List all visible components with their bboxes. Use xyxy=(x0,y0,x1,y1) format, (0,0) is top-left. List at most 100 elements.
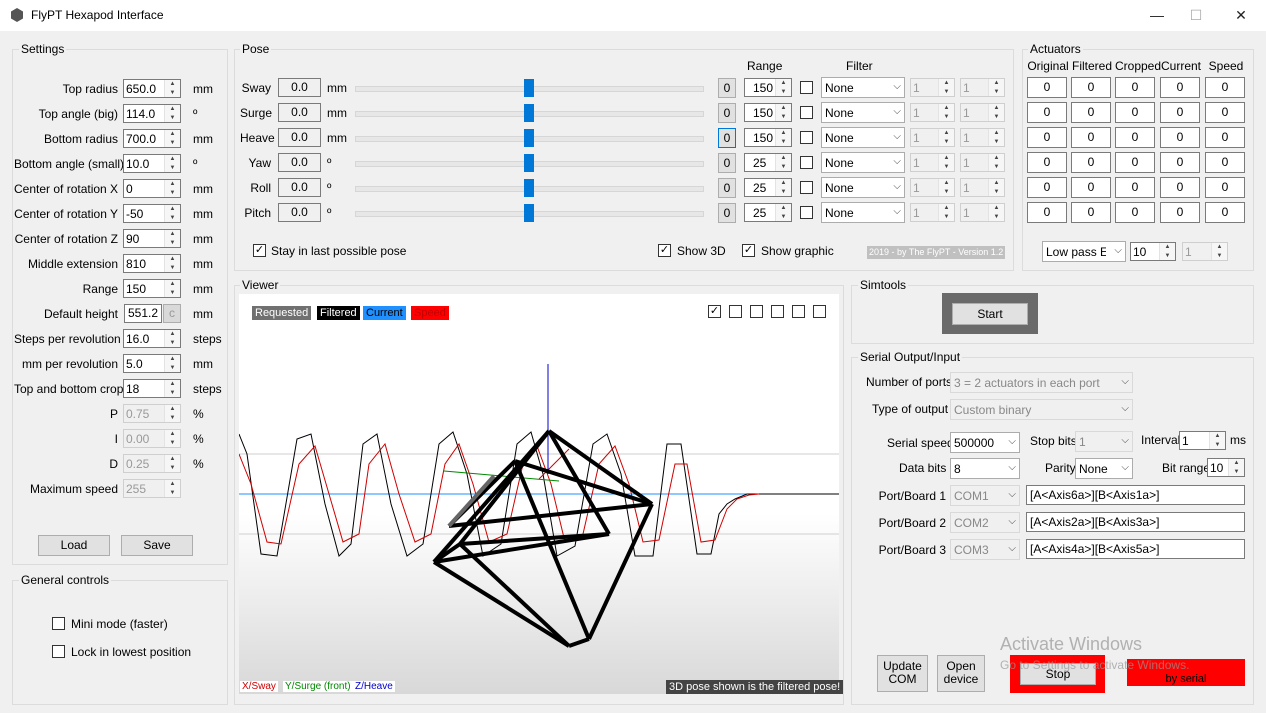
viewer-title: Viewer xyxy=(240,278,281,292)
setting-input[interactable]: 150 ▲ ▼ xyxy=(123,279,181,298)
pose-zero-button[interactable]: 0 xyxy=(718,78,736,98)
bit-range-input[interactable]: 10 ▲ ▼ xyxy=(1207,458,1245,477)
pose-filter-select[interactable]: None ⌵ xyxy=(821,177,905,198)
pose-range-input[interactable]: 150 ▲ ▼ xyxy=(744,103,792,122)
viewer-option-checkbox-3[interactable] xyxy=(750,305,763,318)
setting-label: P xyxy=(109,407,118,421)
pose-slider-thumb[interactable] xyxy=(524,79,534,97)
pose-unit: mm xyxy=(327,131,347,145)
data-bits-select[interactable]: 8 ⌵ xyxy=(950,458,1020,479)
pose-filter-select[interactable]: None ⌵ xyxy=(821,127,905,148)
pose-zero-button[interactable]: 0 xyxy=(718,128,736,148)
pose-range-input[interactable]: 25 ▲ ▼ xyxy=(744,203,792,222)
viewer-option-checkbox-1[interactable]: ✓ xyxy=(708,305,721,318)
lock-lowest-checkbox[interactable] xyxy=(52,645,65,658)
setting-input[interactable]: 10.0 ▲ ▼ xyxy=(123,154,181,173)
save-button[interactable]: Save xyxy=(121,535,193,556)
actuator-filter-select[interactable]: Low pass EM⌵ xyxy=(1042,241,1126,262)
window-title: FlyPT Hexapod Interface xyxy=(31,8,164,22)
interval-input[interactable]: 1 ▲ ▼ xyxy=(1179,431,1226,450)
maximize-button[interactable]: ☐ xyxy=(1173,0,1219,31)
data-bits-label: Data bits xyxy=(899,461,947,475)
viewer-option-checkbox-6[interactable] xyxy=(813,305,826,318)
start-button[interactable]: Start xyxy=(952,303,1028,325)
port-output-string[interactable]: [A<Axis2a>][B<Axis3a>] xyxy=(1026,512,1245,532)
setting-input[interactable]: 0 ▲ ▼ xyxy=(123,179,181,198)
pose-filter-checkbox[interactable] xyxy=(800,81,813,94)
pose-range-input[interactable]: 25 ▲ ▼ xyxy=(744,153,792,172)
pose-label: Yaw xyxy=(248,156,271,170)
port-com-select: COM3 ⌵ xyxy=(950,539,1020,560)
pose-slider-thumb[interactable] xyxy=(524,179,534,197)
serial-speed-select[interactable]: 500000 ⌵ xyxy=(950,432,1020,453)
setting-unit: º xyxy=(193,107,198,121)
viewer-option-checkbox-4[interactable] xyxy=(771,305,784,318)
setting-input[interactable]: 114.0 ▲ ▼ xyxy=(123,104,181,123)
open-device-button[interactable]: Open device xyxy=(937,655,985,692)
load-button[interactable]: Load xyxy=(38,535,110,556)
pose-filter-select[interactable]: None ⌵ xyxy=(821,152,905,173)
pose-zero-button[interactable]: 0 xyxy=(718,178,736,198)
show-3d-checkbox[interactable]: ✓ xyxy=(658,244,671,257)
pose-filter-select[interactable]: None ⌵ xyxy=(821,77,905,98)
num-ports-select: 3 = 2 actuators in each port ⌵ xyxy=(950,372,1133,393)
pose-range-input[interactable]: 150 ▲ ▼ xyxy=(744,78,792,97)
setting-input[interactable]: 810 ▲ ▼ xyxy=(123,254,181,273)
pose-filter-select[interactable]: None ⌵ xyxy=(821,102,905,123)
parity-select[interactable]: None ⌵ xyxy=(1075,458,1133,479)
pose-filter-select[interactable]: None ⌵ xyxy=(821,202,905,223)
actuator-cell: 0 xyxy=(1205,152,1245,173)
setting-input[interactable]: 16.0 ▲ ▼ xyxy=(123,329,181,348)
pose-slider-thumb[interactable] xyxy=(524,129,534,147)
setting-input[interactable]: -50 ▲ ▼ xyxy=(123,204,181,223)
setting-input[interactable]: 5.0 ▲ ▼ xyxy=(123,354,181,373)
pose-filter-checkbox[interactable] xyxy=(800,131,813,144)
mini-mode-checkbox[interactable] xyxy=(52,617,65,630)
pose-range-input[interactable]: 25 ▲ ▼ xyxy=(744,178,792,197)
stay-last-pose-checkbox[interactable]: ✓ xyxy=(253,244,266,257)
viewer-option-checkbox-5[interactable] xyxy=(792,305,805,318)
pose-filter-param1: 1 ▲ ▼ xyxy=(910,203,955,222)
pose-range-input[interactable]: 150 ▲ ▼ xyxy=(744,128,792,147)
pose-slider-thumb[interactable] xyxy=(524,104,534,122)
actuator-filter-value[interactable]: 10 ▲ ▼ xyxy=(1130,242,1176,261)
setting-unit: mm xyxy=(193,132,213,146)
setting-label: Bottom angle (small) xyxy=(14,157,125,171)
port-com-select: COM2 ⌵ xyxy=(950,512,1020,533)
pose-filter-checkbox[interactable] xyxy=(800,181,813,194)
setting-input[interactable]: 18 ▲ ▼ xyxy=(123,379,181,398)
actuator-cell: 0 xyxy=(1160,127,1200,148)
setting-label: Top angle (big) xyxy=(38,107,118,121)
pose-slider-thumb[interactable] xyxy=(524,154,534,172)
port-output-string[interactable]: [A<Axis4a>][B<Axis5a>] xyxy=(1026,539,1245,559)
pose-filter-param2: 1 ▲ ▼ xyxy=(960,78,1005,97)
pose-value: 0.0 xyxy=(278,203,321,222)
setting-label: Range xyxy=(82,282,118,296)
close-button[interactable]: ✕ xyxy=(1218,0,1264,31)
show-graphic-checkbox[interactable]: ✓ xyxy=(742,244,755,257)
port-label: Port/Board 1 xyxy=(878,489,946,503)
pose-zero-button[interactable]: 0 xyxy=(718,203,736,223)
setting-input[interactable]: 700.0 ▲ ▼ xyxy=(123,129,181,148)
setting-input[interactable]: 650.0 ▲ ▼ xyxy=(123,79,181,98)
port-output-string[interactable]: [A<Axis6a>][B<Axis1a>] xyxy=(1026,485,1245,505)
pose-filter-checkbox[interactable] xyxy=(800,156,813,169)
pose-slider-thumb[interactable] xyxy=(524,204,534,222)
pose-zero-button[interactable]: 0 xyxy=(718,103,736,123)
viewer-canvas[interactable] xyxy=(238,294,839,694)
update-com-button[interactable]: Update COM xyxy=(877,655,928,692)
actuator-cell: 0 xyxy=(1071,77,1111,98)
pose-filter-checkbox[interactable] xyxy=(800,206,813,219)
mini-mode-label: Mini mode (faster) xyxy=(71,617,168,631)
simtools-title: Simtools xyxy=(858,278,909,292)
actuator-cell: 0 xyxy=(1027,127,1067,148)
pose-zero-button[interactable]: 0 xyxy=(718,153,736,173)
parity-label: Parity xyxy=(1045,461,1076,475)
lock-lowest-label: Lock in lowest position xyxy=(71,645,192,659)
pose-filter-checkbox[interactable] xyxy=(800,106,813,119)
pose-label: Surge xyxy=(240,106,273,120)
viewer-option-checkbox-2[interactable] xyxy=(729,305,742,318)
default-height-c-button[interactable]: c xyxy=(163,304,181,323)
pose-filter-param1: 1 ▲ ▼ xyxy=(910,178,955,197)
setting-input[interactable]: 90 ▲ ▼ xyxy=(123,229,181,248)
